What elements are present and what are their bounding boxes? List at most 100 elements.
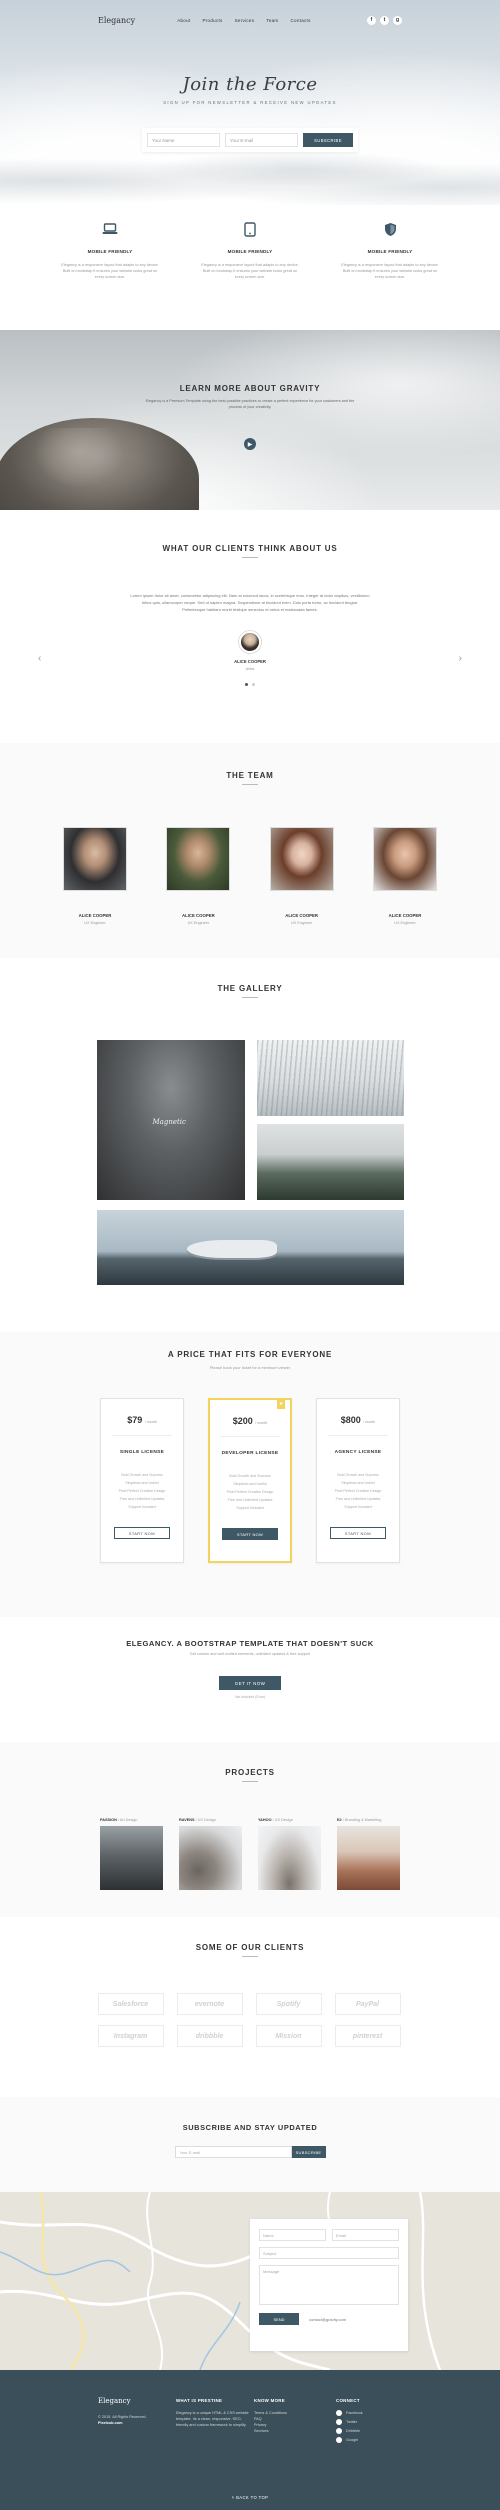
plan-price: $200 / month — [210, 1416, 290, 1426]
project-title: E2 / Branding & Marketing — [337, 1818, 400, 1822]
testimonials-section: WHAT OUR CLIENTS THINK ABOUT US Lorem ip… — [0, 510, 500, 743]
project-image — [179, 1826, 242, 1890]
divider — [328, 1435, 388, 1436]
footer-about-text: Elegancy is a unique HTML & CSS website … — [176, 2411, 249, 2427]
gallery-caption: Magnetic — [152, 1118, 186, 1126]
start-now-button[interactable]: START NOW — [222, 1528, 278, 1540]
project-title: PASSION / Art Design — [100, 1818, 163, 1822]
client-logo[interactable]: dribbble — [176, 2025, 243, 2047]
member-photo[interactable] — [372, 827, 437, 891]
contact-name-field[interactable]: Name — [259, 2229, 326, 2241]
gallery-image-snow-forest[interactable] — [256, 1040, 404, 1116]
plan-features: Bold Growth and Success Simplistic and U… — [317, 1471, 399, 1511]
plan-feature: Pixel Perfect Creative Design — [334, 1489, 382, 1493]
client-logo[interactable]: Salesforce — [97, 1993, 164, 2015]
nav-link-team[interactable]: Team — [266, 18, 278, 23]
subscribe-button[interactable]: SUBSCRIBE — [303, 133, 353, 147]
map-section[interactable]: Name Email Subject Message SEND contact@… — [0, 2192, 500, 2370]
nav-link-about[interactable]: About — [177, 18, 190, 23]
footer-social-facebook[interactable]: Facebook — [336, 2410, 396, 2416]
gallery-image-canyon[interactable]: Magnetic — [96, 1040, 245, 1200]
footer-social-dribbble[interactable]: Dribbble — [336, 2428, 396, 2434]
gallery-title: THE GALLERY — [217, 984, 283, 993]
plan-feature: Simplistic and Useful — [125, 1481, 159, 1485]
team-section: THE TEAM ALICE COOPER UX Engineer ALICE … — [0, 743, 500, 958]
cta-subtitle: Get custom and well-crafted elements, un… — [189, 1652, 311, 1656]
google-icon[interactable]: g — [393, 15, 402, 25]
client-logo[interactable]: evernote — [176, 1993, 243, 2015]
clouds-background — [0, 145, 500, 205]
footer-social-google[interactable]: Google — [336, 2437, 396, 2443]
project-card[interactable]: PASSION / Art Design — [100, 1818, 163, 1890]
feature-card: MOBILE FRIENDLY Elegancy is a responsive… — [60, 221, 160, 280]
project-card[interactable]: E2 / Branding & Marketing — [337, 1818, 400, 1890]
project-name: E2 — [337, 1818, 342, 1822]
projects-section: PROJECTS PASSION / Art Design RAVENS / U… — [0, 1742, 500, 1917]
plan-feature: Support Included — [128, 1505, 156, 1509]
chevron-left-icon[interactable]: ‹ — [38, 653, 41, 664]
play-button[interactable]: ▶ — [244, 438, 256, 450]
start-now-button[interactable]: START NOW — [330, 1527, 386, 1539]
member-photo[interactable] — [269, 827, 334, 891]
hero-section: Elegancy About Products Services Team Co… — [0, 0, 500, 205]
contact-subject-field[interactable]: Subject — [259, 2247, 399, 2259]
facebook-icon[interactable]: f — [367, 15, 376, 25]
member-photo[interactable] — [63, 827, 127, 891]
footer-social-twitter[interactable]: Twitter — [336, 2419, 396, 2425]
back-to-top-link[interactable]: ˄ BACK TO TOP — [0, 2495, 500, 2500]
gallery-image-misty-forest[interactable] — [256, 1124, 404, 1200]
client-logo[interactable]: pinterest — [334, 2025, 401, 2047]
project-tag: / Art Design — [117, 1818, 138, 1822]
plan-feature: Free and Unlimited Updates — [227, 1498, 273, 1502]
footer-credit[interactable]: Pixelcob.com — [98, 2420, 176, 2426]
email-input[interactable]: Your E-mail — [225, 133, 298, 147]
project-tag: / UX Design — [272, 1818, 293, 1822]
carousel-dots — [0, 683, 500, 686]
plan-features: Bold Growth and Success Simplistic and U… — [101, 1471, 183, 1511]
project-image — [337, 1826, 400, 1890]
price-period: / month — [363, 1420, 376, 1424]
project-card[interactable]: RAVENS / UX Design — [179, 1818, 242, 1890]
carousel-dot[interactable] — [245, 683, 248, 686]
start-now-button[interactable]: START NOW — [114, 1527, 170, 1539]
footer-brand[interactable]: Elegancy — [98, 2398, 176, 2405]
contact-email-link[interactable]: contact@gravity.com — [309, 2317, 346, 2322]
name-input[interactable]: Your Name — [147, 133, 220, 147]
shield-icon — [340, 221, 440, 237]
member-photo[interactable] — [166, 827, 231, 891]
client-logo[interactable]: PayPal — [334, 1993, 401, 2015]
project-image — [100, 1826, 163, 1890]
subscribe-title: SUBSCRIBE AND STAY UPDATED — [182, 2123, 318, 2132]
client-logo[interactable]: Mission — [255, 2025, 322, 2047]
subscribe-email-input[interactable]: Your E-mail — [174, 2146, 292, 2158]
send-button[interactable]: SEND — [259, 2313, 299, 2325]
footer-col-links: KNOW MORE Terms & Conditions FAQ Privacy… — [254, 2398, 336, 2446]
get-it-now-button[interactable]: GET IT NOW — [219, 1676, 281, 1690]
footer-link[interactable]: Services — [254, 2428, 336, 2434]
nav-link-services[interactable]: Services — [235, 18, 255, 23]
feature-card: MOBILE FRIENDLY Elegancy is a responsive… — [340, 221, 440, 280]
plan-feature: Bold Growth and Success — [229, 1474, 271, 1478]
nav-link-contacts[interactable]: Contacts — [291, 18, 311, 23]
contact-message-field[interactable]: Message — [259, 2265, 399, 2305]
nav-social: f t g — [367, 15, 402, 25]
project-card[interactable]: YAHOO / UX Design — [258, 1818, 321, 1890]
footer-heading: CONNECT — [336, 2398, 360, 2403]
plan-feature: Bold Growth and Success — [121, 1473, 163, 1477]
footer: Elegancy © 2015. All Rights Reserved. Pi… — [0, 2370, 500, 2510]
brand-logo[interactable]: Elegancy — [98, 16, 135, 25]
nav-link-products[interactable]: Products — [202, 18, 222, 23]
chevron-right-icon[interactable]: › — [459, 653, 462, 664]
subscribe-submit-button[interactable]: SUBSCRIBE — [291, 2146, 326, 2158]
client-logo[interactable]: Spotify — [255, 1993, 322, 2015]
footer-col-about: WHAT IS PRESTINE Elegancy is a unique HT… — [176, 2398, 254, 2446]
clients-grid: Salesforce evernote Spotify PayPal Insta… — [97, 1993, 403, 2047]
testimonials-title: WHAT OUR CLIENTS THINK ABOUT US — [162, 544, 338, 553]
plane-shape — [186, 1240, 277, 1258]
feature-text: Elegancy is a responsive layout that ada… — [201, 263, 299, 279]
client-logo[interactable]: Instagram — [97, 2025, 164, 2047]
twitter-icon[interactable]: t — [380, 15, 389, 25]
contact-email-field[interactable]: Email — [332, 2229, 399, 2241]
gallery-image-plane-wreck[interactable] — [96, 1210, 404, 1285]
carousel-dot[interactable] — [252, 683, 255, 686]
